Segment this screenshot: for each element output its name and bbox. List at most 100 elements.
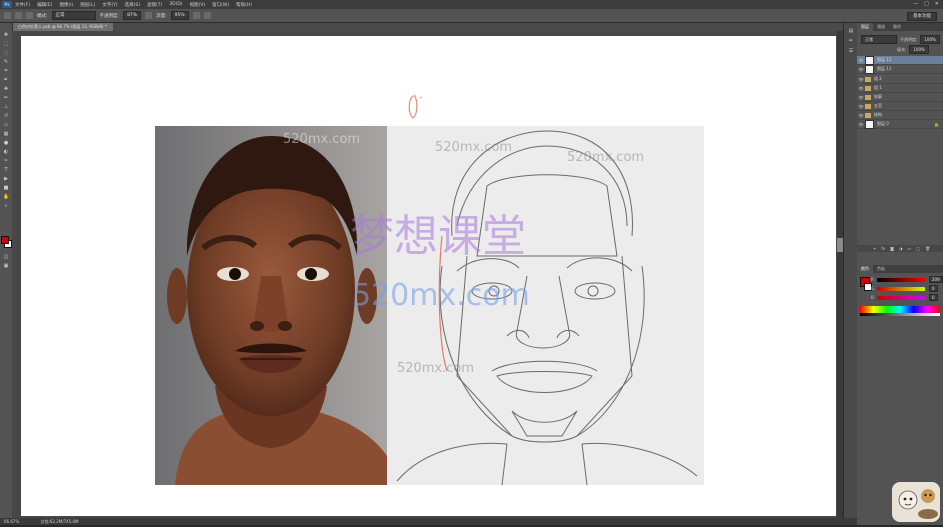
channel-b-slider[interactable] (877, 296, 925, 300)
menu-edit[interactable]: 编辑(E) (37, 2, 52, 8)
layer-fill-input[interactable]: 100% (909, 45, 929, 54)
layer-row-layer-0[interactable]: 👁 图层 0 🔒 (857, 119, 943, 129)
eye-icon[interactable]: 👁 (857, 86, 865, 91)
layer-row-group-1[interactable]: 👁 组 1 (857, 84, 943, 93)
flow-input[interactable]: 95% (170, 11, 189, 20)
healing-tool-icon[interactable]: ✚ (3, 87, 9, 92)
tab-color[interactable]: 颜色 (857, 265, 873, 273)
menu-image[interactable]: 图像(I) (59, 2, 73, 8)
grayscale-bar[interactable] (860, 313, 940, 316)
document-tab[interactable]: 白色衬衫黑人.psb @ 66.7% (图层 12, RGB/8) * (12, 23, 113, 31)
layer-name: 图层 12 (877, 57, 892, 62)
tab-paths[interactable]: 路径 (889, 23, 905, 31)
menu-help[interactable]: 帮助(H) (236, 2, 252, 8)
new-layer-icon[interactable]: ▢ (916, 245, 920, 252)
color-spectrum-bar[interactable] (860, 306, 940, 313)
delete-layer-icon[interactable]: 🗑 (925, 245, 930, 252)
layer-opacity-input[interactable]: 100% (920, 35, 940, 44)
maximize-button[interactable]: □ (924, 1, 929, 7)
screen-mode-icon[interactable]: ▣ (3, 264, 9, 269)
eraser-tool-icon[interactable]: ▭ (3, 123, 9, 128)
menu-layer[interactable]: 图层(L) (80, 2, 95, 8)
document-tab-strip (0, 23, 843, 31)
history-panel-icon[interactable]: ▤ (848, 29, 854, 34)
eye-icon[interactable]: 👁 (857, 95, 865, 100)
quick-mask-icon[interactable]: ◫ (3, 255, 9, 260)
layer-row-outline[interactable]: 👁 轮廓 (857, 93, 943, 102)
eye-icon[interactable]: 👁 (857, 113, 865, 118)
brush-preset-icon[interactable] (15, 12, 22, 19)
lock-icon: 🔒 (934, 121, 939, 127)
tab-swatches[interactable]: 色板 (873, 265, 889, 273)
type-tool-icon[interactable]: T (3, 168, 9, 173)
channel-r-slider[interactable] (877, 278, 925, 282)
layer-row-group-2[interactable]: 👁 组 2 (857, 75, 943, 84)
layers-panel-tabs: 图层 通道 路径 (857, 23, 943, 31)
properties-panel-icon[interactable]: ☰ (848, 49, 854, 54)
adjustment-layer-icon[interactable]: ◑ (899, 245, 903, 252)
shape-tool-icon[interactable]: ■ (3, 186, 9, 191)
menu-type[interactable]: 文字(Y) (102, 2, 117, 8)
workspace-select[interactable]: 基本功能 (907, 12, 937, 21)
eye-icon[interactable]: 👁 (857, 67, 865, 72)
mode-select[interactable]: 正常 (51, 11, 96, 20)
brush-panel-icon[interactable] (26, 12, 33, 19)
eye-icon[interactable]: 👁 (857, 58, 865, 63)
opacity-label: 不透明度: (99, 13, 120, 19)
zoom-tool-icon[interactable]: ⌕ (3, 204, 9, 209)
marquee-tool-icon[interactable]: ⬚ (3, 42, 9, 47)
quick-select-tool-icon[interactable]: ✎ (3, 60, 9, 65)
channel-r-value[interactable]: 209 (929, 276, 943, 283)
menu-select[interactable]: 选择(S) (125, 2, 140, 8)
brush-panel-icon[interactable]: ✏ (848, 39, 854, 44)
pen-tool-icon[interactable]: ✑ (3, 159, 9, 164)
hand-tool-icon[interactable]: ✋ (3, 195, 9, 200)
history-brush-tool-icon[interactable]: ↺ (3, 114, 9, 119)
channel-b-value[interactable]: 0 (929, 294, 938, 301)
layer-name: 组 1 (874, 85, 882, 90)
new-group-icon[interactable]: ▭ (908, 245, 912, 252)
eye-icon[interactable]: 👁 (857, 104, 865, 109)
menu-file[interactable]: 文件(F) (15, 2, 30, 8)
pressure-opacity-icon[interactable] (145, 12, 153, 19)
menu-window[interactable]: 窗口(W) (212, 2, 229, 8)
gradient-tool-icon[interactable]: ▦ (3, 132, 9, 137)
layer-name: 结构 (874, 112, 882, 117)
status-zoom[interactable]: 66.67% (4, 519, 19, 524)
watermark-site-center: 520mx.com (352, 278, 530, 313)
menu-view[interactable]: 视图(V) (190, 2, 206, 8)
link-layers-icon[interactable]: ⚭ (873, 245, 876, 252)
channel-g-value[interactable]: 0 (929, 285, 938, 292)
options-bar: 模式: 正常 不透明度: 87% 流量: 95% 基本功能 (0, 9, 943, 23)
path-select-tool-icon[interactable]: ▶ (3, 177, 9, 182)
layer-row-features[interactable]: 👁 五官 (857, 102, 943, 111)
pressure-size-icon[interactable] (203, 12, 211, 19)
eyedropper-tool-icon[interactable]: ✒ (3, 78, 9, 83)
close-button[interactable]: ✕ (935, 1, 939, 7)
airbrush-icon[interactable] (192, 12, 200, 19)
tab-channels[interactable]: 通道 (873, 23, 889, 31)
layer-style-icon[interactable]: fx (881, 245, 885, 252)
eye-icon[interactable]: 👁 (857, 77, 865, 82)
stamp-tool-icon[interactable]: ⊥ (3, 105, 9, 110)
layer-name: 图层 0 (877, 121, 889, 126)
channel-g-slider[interactable] (877, 287, 925, 291)
move-tool-icon[interactable]: ✥ (3, 33, 9, 38)
dodge-tool-icon[interactable]: ◐ (3, 150, 9, 155)
layer-fill-label: 填充: (897, 46, 907, 52)
lasso-tool-icon[interactable]: ◌ (3, 51, 9, 56)
blur-tool-icon[interactable]: ● (3, 141, 9, 146)
layer-row-layer-11[interactable]: 👁 图层 11 (857, 64, 943, 74)
brush-tool-icon[interactable] (4, 12, 11, 19)
layer-blend-mode-select[interactable]: 正常 (861, 35, 897, 44)
eye-icon[interactable]: 👁 (857, 122, 865, 127)
minimize-button[interactable]: — (913, 1, 918, 7)
menu-3d[interactable]: 3D(D) (169, 2, 182, 7)
tab-layers[interactable]: 图层 (857, 23, 873, 31)
brush-tool-icon[interactable]: ✏ (3, 96, 9, 101)
opacity-input[interactable]: 87% (123, 11, 142, 20)
crop-tool-icon[interactable]: ⌗ (3, 69, 9, 74)
layer-mask-icon[interactable]: ◙ (890, 245, 894, 252)
menu-filter[interactable]: 滤镜(T) (147, 2, 162, 8)
foreground-color-swatch[interactable] (1, 236, 9, 244)
